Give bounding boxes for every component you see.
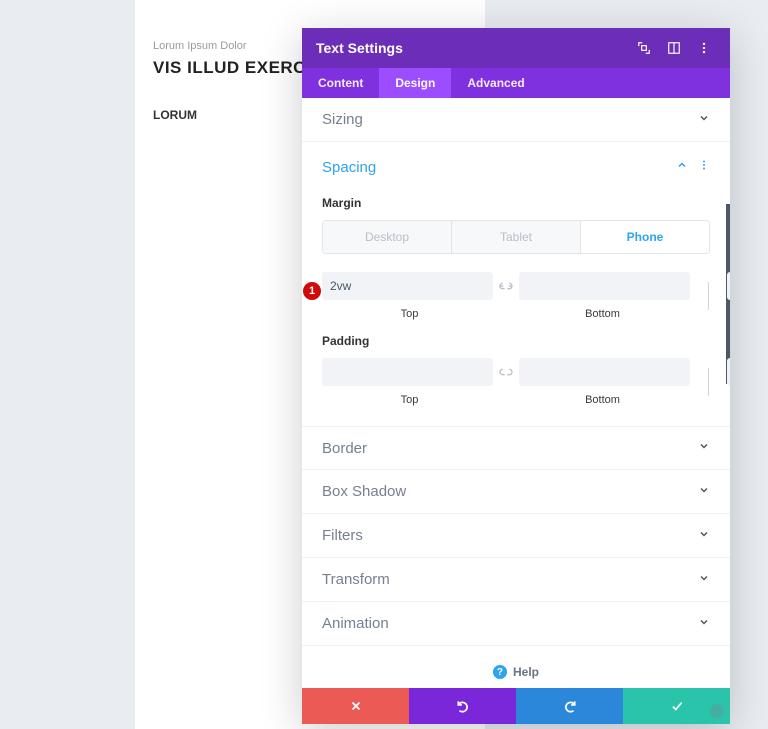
chevron-down-icon	[698, 111, 710, 129]
device-tab-desktop[interactable]: Desktop	[323, 221, 452, 253]
undo-button[interactable]	[409, 688, 516, 724]
tab-advanced[interactable]: Advanced	[451, 68, 540, 98]
chevron-down-icon	[698, 439, 710, 457]
padding-grid: TopBottom LeftRight	[322, 358, 710, 406]
label-left: Left	[727, 308, 730, 320]
chevron-down-icon	[698, 571, 710, 589]
link-icon[interactable]	[497, 281, 515, 291]
label-top: Top	[322, 394, 497, 406]
step-badge-1: 1	[303, 282, 321, 300]
section-label-sizing: Sizing	[322, 111, 698, 128]
label-bottom: Bottom	[515, 308, 690, 320]
expand-icon[interactable]	[632, 36, 656, 60]
section-label-box-shadow: Box Shadow	[322, 483, 698, 500]
label-bottom: Bottom	[515, 394, 690, 406]
label-left: Left	[727, 394, 730, 406]
section-animation[interactable]: Animation	[302, 602, 730, 646]
label-top: Top	[322, 308, 497, 320]
section-filters[interactable]: Filters	[302, 514, 730, 558]
help-button[interactable]: ? Help	[302, 646, 730, 688]
padding-heading: Padding	[322, 334, 710, 348]
columns-icon[interactable]	[662, 36, 686, 60]
tab-content[interactable]: Content	[302, 68, 379, 98]
margin-heading: Margin	[322, 196, 710, 210]
section-border[interactable]: Border	[302, 426, 730, 470]
link-icon[interactable]	[497, 367, 515, 377]
section-label-border: Border	[322, 440, 698, 457]
margin-left-input[interactable]	[727, 272, 730, 300]
section-label-filters: Filters	[322, 527, 698, 544]
tab-design[interactable]: Design	[379, 68, 451, 98]
section-label-spacing: Spacing	[322, 159, 676, 176]
device-tabs: Desktop Tablet Phone	[322, 220, 710, 254]
section-label-animation: Animation	[322, 615, 698, 632]
padding-left-input[interactable]	[727, 358, 730, 386]
chevron-up-icon	[676, 158, 688, 176]
device-tab-phone[interactable]: Phone	[581, 221, 709, 253]
section-label-transform: Transform	[322, 571, 698, 588]
section-box-shadow[interactable]: Box Shadow	[302, 470, 730, 514]
redo-button[interactable]	[516, 688, 623, 724]
chevron-down-icon	[698, 615, 710, 633]
cancel-button[interactable]	[302, 688, 409, 724]
section-transform[interactable]: Transform	[302, 558, 730, 602]
text-settings-panel: Text Settings Content Design Advanced Si…	[302, 28, 730, 724]
panel-header[interactable]: Text Settings	[302, 28, 730, 68]
spacing-content: 1 Margin Desktop Tablet Phone Top Bottom	[302, 196, 730, 426]
padding-bottom-input[interactable]	[519, 358, 690, 386]
margin-grid: TopBottom LeftRight	[322, 272, 710, 320]
chevron-down-icon	[698, 483, 710, 501]
panel-body: Sizing Spacing 1 Margin Desktop Tablet P…	[302, 98, 730, 688]
margin-bottom-input[interactable]	[519, 272, 690, 300]
divider	[708, 282, 709, 310]
help-icon: ?	[493, 665, 507, 679]
panel-title: Text Settings	[316, 40, 626, 56]
panel-footer	[302, 688, 730, 724]
section-sizing[interactable]: Sizing	[302, 98, 730, 142]
chevron-down-icon	[698, 527, 710, 545]
help-label: Help	[513, 665, 539, 679]
margin-top-input[interactable]	[322, 272, 493, 300]
more-vertical-icon[interactable]	[692, 36, 716, 60]
panel-tabs: Content Design Advanced	[302, 68, 730, 98]
spacing-more-icon[interactable]	[698, 158, 710, 176]
device-tab-tablet[interactable]: Tablet	[452, 221, 581, 253]
divider	[708, 368, 709, 396]
section-spacing[interactable]: Spacing	[302, 142, 730, 192]
padding-top-input[interactable]	[322, 358, 493, 386]
resize-handle[interactable]	[710, 704, 724, 718]
